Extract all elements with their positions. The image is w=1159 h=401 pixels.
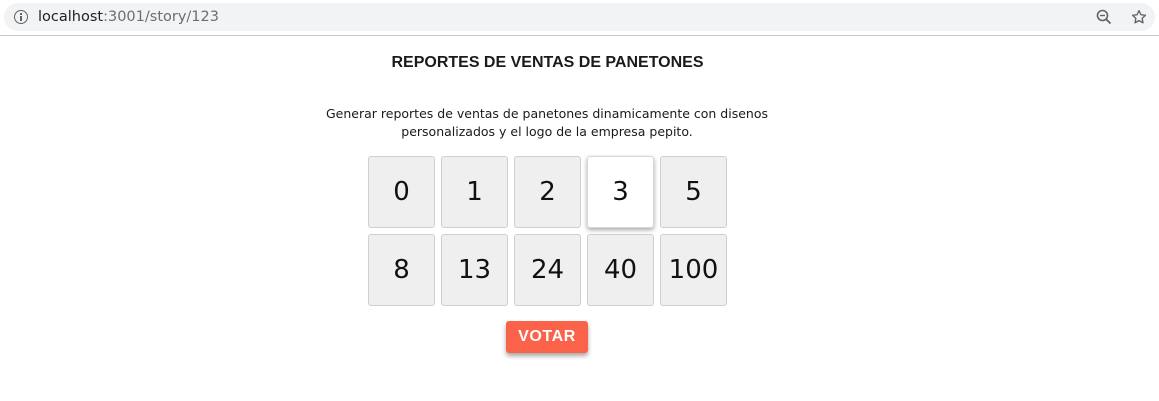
info-icon[interactable] — [14, 10, 28, 24]
page-title: REPORTES DE VENTAS DE PANETONES — [391, 54, 704, 71]
vote-button[interactable]: VOTAR — [506, 321, 588, 353]
estimate-card-2[interactable]: 2 — [514, 156, 581, 228]
estimate-card-grid: 0 1 2 3 5 8 13 24 40 100 — [368, 156, 728, 306]
estimate-card-0[interactable]: 0 — [368, 156, 435, 228]
estimate-card-1[interactable]: 1 — [441, 156, 508, 228]
url-host: localhost — [38, 9, 104, 25]
url-text[interactable]: localhost:3001/story/123 — [38, 8, 219, 26]
estimate-card-40[interactable]: 40 — [587, 234, 654, 306]
estimate-card-5[interactable]: 5 — [660, 156, 727, 228]
browser-toolbar: localhost:3001/story/123 — [0, 0, 1159, 36]
estimate-card-3[interactable]: 3 — [587, 156, 654, 228]
description-line-1: Generar reportes de ventas de panetones … — [326, 106, 768, 121]
estimate-card-100[interactable]: 100 — [660, 234, 727, 306]
story-description: Generar reportes de ventas de panetones … — [318, 105, 776, 141]
description-line-2: personalizados y el logo de la empresa p… — [401, 124, 693, 139]
estimate-card-8[interactable]: 8 — [368, 234, 435, 306]
url-path: :3001/story/123 — [103, 9, 219, 25]
estimate-card-24[interactable]: 24 — [514, 234, 581, 306]
estimate-card-13[interactable]: 13 — [441, 234, 508, 306]
address-bar[interactable]: localhost:3001/story/123 — [4, 3, 1155, 31]
zoom-out-icon[interactable] — [1096, 9, 1112, 25]
bookmark-star-icon[interactable] — [1130, 8, 1148, 26]
